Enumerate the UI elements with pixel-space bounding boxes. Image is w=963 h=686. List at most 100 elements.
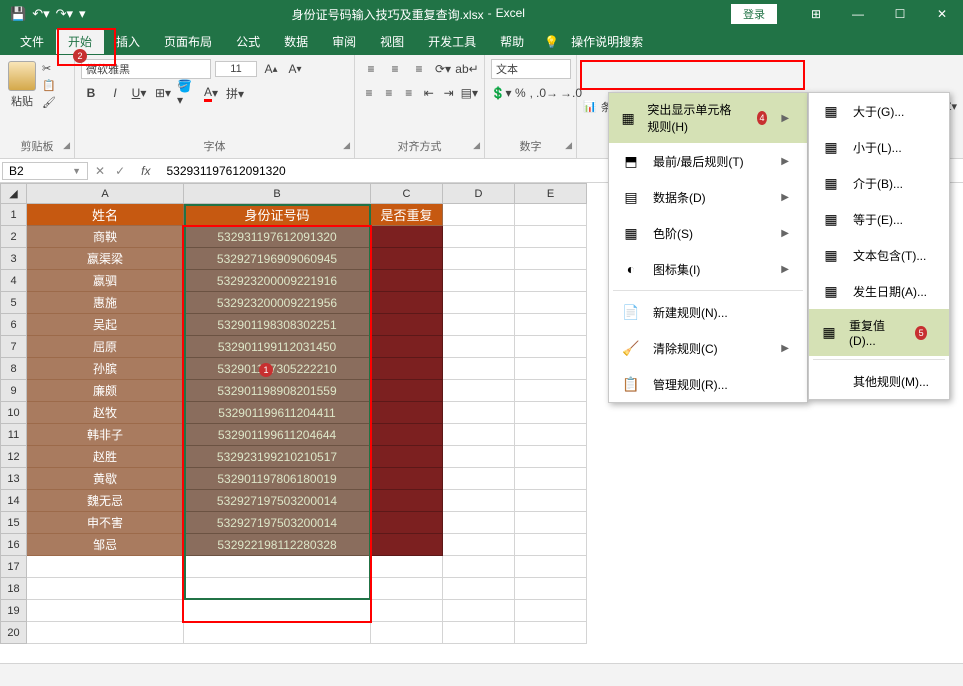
tab-insert[interactable]: 插入 [104,29,152,54]
cell-D11[interactable] [443,424,515,446]
cell-C10[interactable] [371,402,443,424]
cell-B9[interactable]: 532901198908201559 [184,380,371,402]
cell-E13[interactable] [515,468,587,490]
cell-A14[interactable]: 魏无忌 [27,490,184,512]
submenu-date-occurring[interactable]: ▦发生日期(A)... [809,273,949,309]
cell-E12[interactable] [515,446,587,468]
cell-C1[interactable]: 是否重复 [371,204,443,226]
tab-review[interactable]: 审阅 [320,29,368,54]
cell-B3[interactable]: 532927196909060945 [184,248,371,270]
close-icon[interactable]: ✕ [921,0,963,28]
fill-color-button[interactable]: 🪣▾ [177,83,197,103]
cell-D6[interactable] [443,314,515,336]
menu-data-bars[interactable]: ▤数据条(D)▶ [609,179,807,215]
cell-A13[interactable]: 黄歇 [27,468,184,490]
row-14-header[interactable]: 14 [1,490,27,512]
col-B-header[interactable]: B [184,184,371,204]
cell-D10[interactable] [443,402,515,424]
cell-B4[interactable]: 532923200009221916 [184,270,371,292]
number-launcher-icon[interactable]: ◢ [565,140,572,151]
tab-data[interactable]: 数据 [272,29,320,54]
redo-icon[interactable]: ↷▾ [56,6,73,22]
outdent-icon[interactable]: ⇤ [421,83,437,103]
cell-C15[interactable] [371,512,443,534]
cell-A12[interactable]: 赵胜 [27,446,184,468]
cell-E10[interactable] [515,402,587,424]
row-15-header[interactable]: 15 [1,512,27,534]
underline-button[interactable]: U▾ [129,83,149,103]
menu-icon-sets[interactable]: ◐图标集(I)▶ [609,251,807,287]
cell-B12[interactable]: 532923199210210517 [184,446,371,468]
copy-icon[interactable]: 📋 [42,79,56,92]
paste-button[interactable]: 粘贴 [6,59,38,111]
align-center-icon[interactable]: ≡ [381,83,397,103]
bold-button[interactable]: B [81,83,101,103]
cell-E15[interactable] [515,512,587,534]
cell-E2[interactable] [515,226,587,248]
cell-A1[interactable]: 姓名 [27,204,184,226]
cell-D13[interactable] [443,468,515,490]
cell-D12[interactable] [443,446,515,468]
row-18-header[interactable]: 18 [1,578,27,600]
cell-D1[interactable] [443,204,515,226]
align-middle-icon[interactable]: ≡ [385,59,405,79]
align-right-icon[interactable]: ≡ [401,83,417,103]
cell-B10[interactable]: 532901199611204411 [184,402,371,424]
cell-B5[interactable]: 532923200009221956 [184,292,371,314]
col-C-header[interactable]: C [371,184,443,204]
font-launcher-icon[interactable]: ◢ [343,140,350,151]
cell-A6[interactable]: 吴起 [27,314,184,336]
row-6-header[interactable]: 6 [1,314,27,336]
cell-D3[interactable] [443,248,515,270]
cell-A3[interactable]: 嬴渠梁 [27,248,184,270]
col-A-header[interactable]: A [27,184,184,204]
cell-B14[interactable]: 532927197503200014 [184,490,371,512]
menu-new-rule[interactable]: 📄新建规则(N)... [609,294,807,330]
cell-E6[interactable] [515,314,587,336]
cell-C12[interactable] [371,446,443,468]
cell-C2[interactable] [371,226,443,248]
menu-clear-rules[interactable]: 🧹清除规则(C)▶ [609,330,807,366]
submenu-greater-than[interactable]: ▦大于(G)... [809,93,949,129]
font-color-button[interactable]: A▾ [201,83,221,103]
align-left-icon[interactable]: ≡ [361,83,377,103]
cell-E4[interactable] [515,270,587,292]
cell-B13[interactable]: 532901197806180019 [184,468,371,490]
merge-button[interactable]: ▤▾ [461,83,478,103]
submenu-between[interactable]: ▦介于(B)... [809,165,949,201]
cell-B11[interactable]: 532901199611204644 [184,424,371,446]
submenu-text-contains[interactable]: ▦文本包含(T)... [809,237,949,273]
italic-button[interactable]: I [105,83,125,103]
cell-E14[interactable] [515,490,587,512]
cell-E1[interactable] [515,204,587,226]
cell-B16[interactable]: 532922198112280328 [184,534,371,556]
percent-icon[interactable]: % [515,83,526,103]
tab-developer[interactable]: 开发工具 [416,29,488,54]
cell-C6[interactable] [371,314,443,336]
row-7-header[interactable]: 7 [1,336,27,358]
cell-B8[interactable]: 532901197305222210 [184,358,371,380]
row-9-header[interactable]: 9 [1,380,27,402]
row-4-header[interactable]: 4 [1,270,27,292]
minimize-icon[interactable]: — [837,0,879,28]
cell-C3[interactable] [371,248,443,270]
col-E-header[interactable]: E [515,184,587,204]
wrap-text-icon[interactable]: ab↵ [457,59,477,79]
cell-C16[interactable] [371,534,443,556]
decrease-font-icon[interactable]: A▾ [285,59,305,79]
cell-B6[interactable]: 532901198308302251 [184,314,371,336]
clipboard-launcher-icon[interactable]: ◢ [63,140,70,151]
cell-D7[interactable] [443,336,515,358]
tab-file[interactable]: 文件 [8,29,56,54]
cell-D14[interactable] [443,490,515,512]
cell-E16[interactable] [515,534,587,556]
cell-E8[interactable] [515,358,587,380]
cell-D9[interactable] [443,380,515,402]
row-5-header[interactable]: 5 [1,292,27,314]
name-box[interactable]: B2▼ [2,162,88,180]
menu-top-bottom[interactable]: ⬒最前/最后规则(T)▶ [609,143,807,179]
cell-E9[interactable] [515,380,587,402]
number-format-select[interactable]: 文本 [491,59,571,79]
cell-D8[interactable] [443,358,515,380]
phonetic-button[interactable]: 拼▾ [225,83,245,103]
